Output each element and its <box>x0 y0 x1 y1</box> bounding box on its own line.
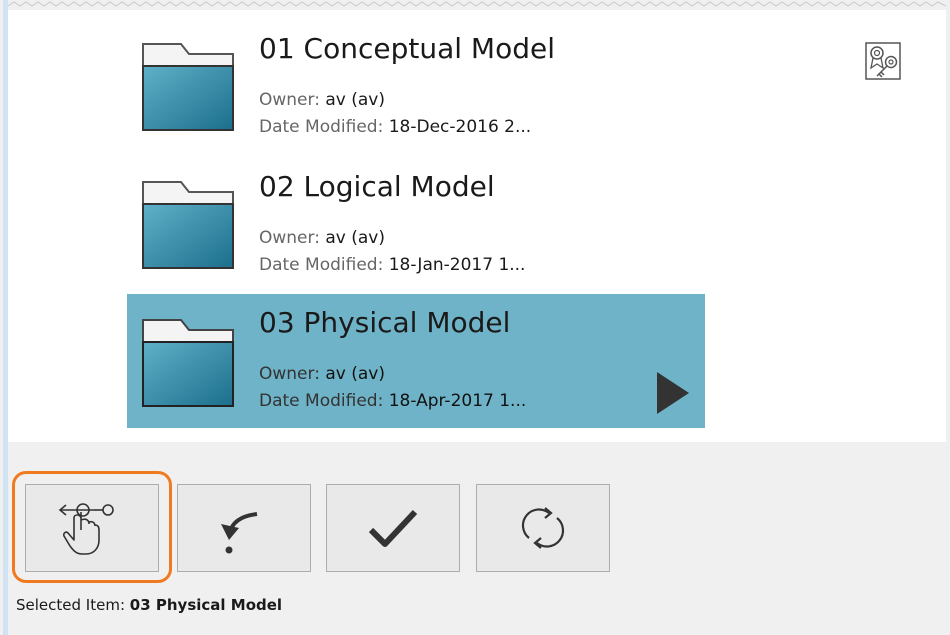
model-list-panel: 01 Conceptual Model Owner: av (av) Date … <box>8 10 946 442</box>
item-date-modified: Date Modified: 18-Dec-2016 2... <box>259 117 531 137</box>
list-item-physical-model[interactable]: 03 Physical Model Owner: av (av) Date Mo… <box>127 294 705 428</box>
owner-value: av (av) <box>325 364 385 384</box>
date-label: Date Modified: <box>259 255 384 275</box>
undo-button[interactable] <box>177 484 311 572</box>
item-date-modified: Date Modified: 18-Apr-2017 1... <box>259 391 526 411</box>
list-item-logical-model[interactable]: 02 Logical Model Owner: av (av) Date Mod… <box>127 158 705 292</box>
touch-gesture-icon <box>58 503 114 555</box>
certificate-icon[interactable] <box>865 42 903 82</box>
checkmark-icon <box>368 509 418 547</box>
item-owner: Owner: av (av) <box>259 364 385 384</box>
date-value: 18-Dec-2016 2... <box>388 117 532 137</box>
owner-value: av (av) <box>325 90 385 110</box>
folder-icon <box>142 319 234 407</box>
date-value: 18-Apr-2017 1... <box>388 391 527 411</box>
selected-item-value: 03 Physical Model <box>129 596 283 614</box>
owner-label: Owner: <box>259 90 320 110</box>
folder-icon <box>142 181 234 269</box>
undo-icon <box>221 512 258 554</box>
confirm-button[interactable] <box>326 484 460 572</box>
refresh-button[interactable] <box>476 484 610 572</box>
date-value: 18-Jan-2017 1... <box>388 255 526 275</box>
item-owner: Owner: av (av) <box>259 228 385 248</box>
owner-value: av (av) <box>325 228 385 248</box>
item-title: 03 Physical Model <box>259 306 511 339</box>
selected-item-label: Selected Item: <box>16 596 125 614</box>
owner-label: Owner: <box>259 228 320 248</box>
touch-gesture-button[interactable] <box>25 484 159 572</box>
date-label: Date Modified: <box>259 391 384 411</box>
item-title: 02 Logical Model <box>259 170 495 203</box>
expand-arrow-icon[interactable] <box>657 372 689 414</box>
status-bar: Selected Item: 03 Physical Model <box>16 596 282 614</box>
window-frame: 01 Conceptual Model Owner: av (av) Date … <box>0 0 950 635</box>
folder-icon <box>142 43 234 131</box>
refresh-icon <box>521 507 565 549</box>
item-date-modified: Date Modified: 18-Jan-2017 1... <box>259 255 525 275</box>
owner-label: Owner: <box>259 364 320 384</box>
item-title: 01 Conceptual Model <box>259 32 555 65</box>
date-label: Date Modified: <box>259 117 384 137</box>
list-item-conceptual-model[interactable]: 01 Conceptual Model Owner: av (av) Date … <box>127 20 705 154</box>
item-owner: Owner: av (av) <box>259 90 385 110</box>
